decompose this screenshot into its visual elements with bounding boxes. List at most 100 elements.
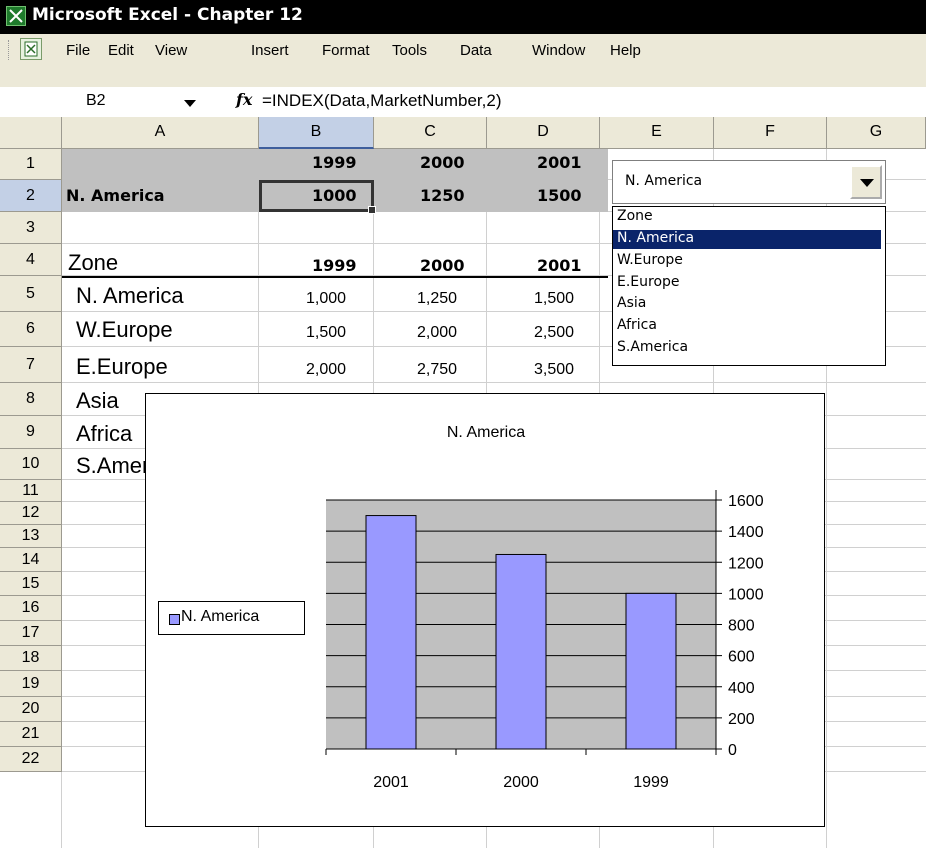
active-cell-border	[259, 180, 376, 214]
table-cell[interactable]: 2,500	[534, 324, 574, 342]
table-cell[interactable]: 2,750	[417, 361, 457, 379]
cell-C1[interactable]: 2000	[420, 153, 465, 172]
cell-C2[interactable]: 1250	[420, 186, 465, 205]
workbook-icon[interactable]	[20, 38, 42, 60]
menu-insert[interactable]: Insert	[251, 42, 289, 59]
cell-A2[interactable]: N. America	[66, 186, 165, 205]
zone-label[interactable]: Africa	[76, 421, 132, 447]
bar-2000[interactable]	[495, 553, 547, 750]
row-header-8[interactable]: 8	[0, 383, 62, 416]
window-title: Microsoft Excel - Chapter 12	[32, 5, 303, 25]
y-tick-label: 400	[728, 680, 755, 697]
bar-1999[interactable]	[625, 592, 677, 750]
dropdown-item[interactable]: Zone	[617, 208, 653, 227]
y-tick-label: 0	[728, 742, 737, 759]
cell-B1[interactable]: 1999	[312, 153, 357, 172]
zone-dropdown-list[interactable]: Zone N. America W.Europe E.Europe Asia A…	[612, 206, 886, 366]
row-header-2[interactable]: 2	[0, 180, 62, 212]
table-cell[interactable]: 3,500	[534, 361, 574, 379]
name-box-value: B2	[86, 92, 106, 109]
row-header-13[interactable]: 13	[0, 525, 62, 548]
menu-window[interactable]: Window	[532, 42, 585, 59]
y-tick-label: 600	[728, 649, 755, 666]
y-tick-label: 1400	[728, 524, 764, 541]
embedded-chart[interactable]: N. America N. America 0 200 400 600 800 1000 1…	[145, 393, 825, 827]
dropdown-item-selected[interactable]: N. America	[613, 230, 881, 249]
dropdown-item[interactable]: E.Europe	[617, 274, 680, 293]
dropdown-item[interactable]: W.Europe	[617, 252, 683, 271]
table-cell[interactable]: 1,000	[306, 290, 346, 308]
row-header-14[interactable]: 14	[0, 548, 62, 572]
row-header-17[interactable]: 17	[0, 621, 62, 646]
menu-edit[interactable]: Edit	[108, 42, 134, 59]
column-header-f[interactable]: F	[714, 117, 827, 149]
row-header-12[interactable]: 12	[0, 502, 62, 525]
dropdown-item[interactable]: Asia	[617, 295, 646, 314]
cell-D1[interactable]: 2001	[537, 153, 582, 172]
column-header-c[interactable]: C	[374, 117, 487, 149]
row-header-11[interactable]: 11	[0, 480, 62, 502]
row-header-6[interactable]: 6	[0, 312, 62, 347]
zone-label[interactable]: E.Europe	[76, 354, 168, 380]
table-cell[interactable]: 2,000	[306, 361, 346, 379]
row-header-15[interactable]: 15	[0, 572, 62, 596]
menu-format[interactable]: Format	[322, 42, 370, 59]
table-cell[interactable]: 2,000	[417, 324, 457, 342]
menu-tools[interactable]: Tools	[392, 42, 427, 59]
formula-input[interactable]: =INDEX(Data,MarketNumber,2)	[262, 91, 502, 111]
row-header-1[interactable]: 1	[0, 149, 62, 180]
column-header-d[interactable]: D	[487, 117, 600, 149]
menu-help[interactable]: Help	[610, 42, 641, 59]
menu-view[interactable]: View	[155, 42, 187, 59]
y-tick-label: 1200	[728, 555, 764, 572]
name-box-dropdown-icon[interactable]	[184, 100, 196, 107]
dropdown-item[interactable]: S.America	[617, 339, 688, 358]
chart-plot[interactable]: 0 200 400 600 800 1000 1200 1400 1600 2001 2000 199…	[146, 394, 826, 828]
insert-function-icon[interactable]: fx	[236, 90, 252, 109]
table-cell[interactable]: 1,500	[534, 290, 574, 308]
column-header-a[interactable]: A	[62, 117, 259, 149]
row-header-3[interactable]: 3	[0, 212, 62, 244]
x-tick-label: 2001	[373, 774, 409, 791]
row-header-4[interactable]: 4	[0, 244, 62, 276]
row-header-7[interactable]: 7	[0, 347, 62, 383]
row-header-9[interactable]: 9	[0, 416, 62, 449]
zone-label[interactable]: N. America	[76, 283, 184, 309]
zone-label[interactable]: W.Europe	[76, 317, 173, 343]
table-cell[interactable]: 1,250	[417, 290, 457, 308]
menu-file[interactable]: File	[66, 42, 90, 59]
row-header-21[interactable]: 21	[0, 722, 62, 747]
row-header-20[interactable]: 20	[0, 697, 62, 722]
y-tick-label: 800	[728, 618, 755, 635]
row-header-22[interactable]: 22	[0, 747, 62, 772]
column-header-b[interactable]: B	[259, 117, 374, 149]
select-all-corner[interactable]	[0, 117, 62, 149]
toolbar-grip[interactable]	[8, 40, 12, 60]
bar-2001[interactable]	[365, 515, 417, 750]
cell-C4[interactable]: 2000	[420, 256, 465, 275]
x-tick-label: 1999	[633, 774, 669, 791]
row-header-10[interactable]: 10	[0, 449, 62, 480]
menu-data[interactable]: Data	[460, 42, 492, 59]
row-header-18[interactable]: 18	[0, 646, 62, 671]
menu-bar: File Edit View Insert Format Tools Data …	[0, 34, 926, 67]
row-header-19[interactable]: 19	[0, 671, 62, 697]
column-header-e[interactable]: E	[600, 117, 714, 149]
combo-dropdown-button[interactable]	[850, 165, 882, 199]
title-bar: Microsoft Excel - Chapter 12	[0, 0, 926, 34]
row-header-5[interactable]: 5	[0, 276, 62, 312]
gridline	[62, 382, 926, 383]
cell-A4[interactable]: Zone	[68, 250, 118, 276]
name-box[interactable]: B2	[0, 87, 212, 117]
cell-B4[interactable]: 1999	[312, 256, 357, 275]
dropdown-item[interactable]: Africa	[617, 317, 657, 336]
excel-app-icon[interactable]	[6, 6, 26, 26]
fill-handle[interactable]	[368, 206, 376, 214]
cell-D4[interactable]: 2001	[537, 256, 582, 275]
table-cell[interactable]: 1,500	[306, 324, 346, 342]
column-header-g[interactable]: G	[827, 117, 926, 149]
zone-combo-box[interactable]: N. America	[612, 160, 886, 204]
zone-label[interactable]: Asia	[76, 388, 119, 414]
cell-D2[interactable]: 1500	[537, 186, 582, 205]
row-header-16[interactable]: 16	[0, 596, 62, 621]
